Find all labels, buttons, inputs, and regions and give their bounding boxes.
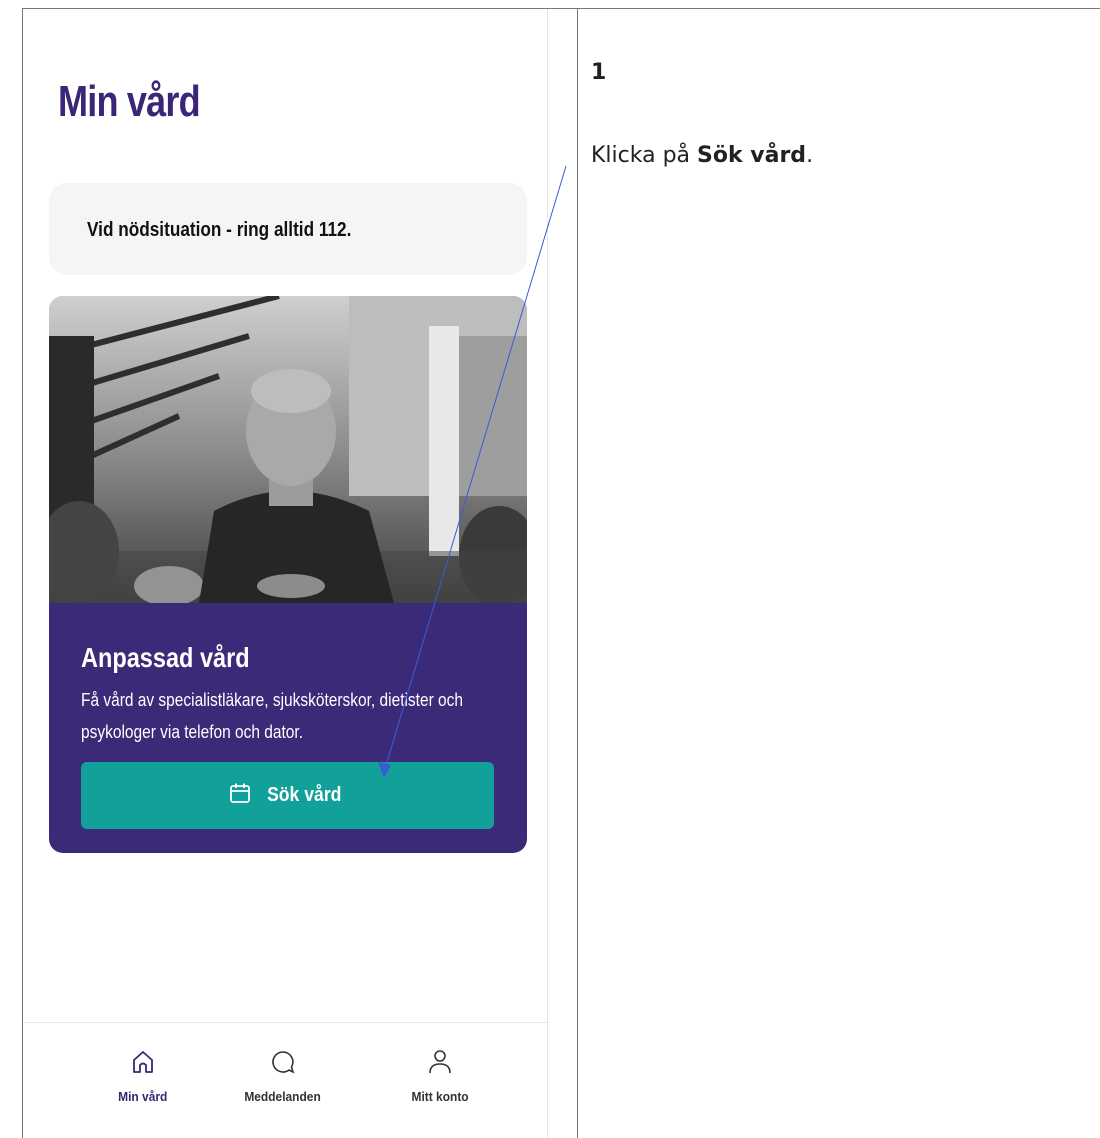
care-card-title: Anpassad vård [81, 642, 250, 673]
emergency-notice-card: Vid nödsituation - ring alltid 112. [49, 183, 527, 275]
chat-bubble-icon [213, 1049, 353, 1080]
search-care-button-label: Sök vård [267, 784, 342, 806]
bottom-nav-divider [23, 1022, 547, 1023]
step-instruction: Klicka på Sök vård. [591, 143, 813, 168]
step-text-suffix: . [806, 143, 814, 168]
doctor-photo [49, 296, 527, 603]
page-title: Min vård [58, 77, 201, 126]
emergency-notice-text: Vid nödsituation - ring alltid 112. [87, 219, 352, 241]
phone-right-edge [547, 9, 548, 1138]
nav-item-mitt-konto[interactable]: Mitt konto [370, 1049, 510, 1106]
home-icon [73, 1049, 213, 1080]
care-card: Anpassad vård Få vård av specialistläkar… [49, 296, 527, 853]
nav-label-meddelanden: Meddelanden [244, 1089, 322, 1104]
nav-item-meddelanden[interactable]: Meddelanden [213, 1049, 353, 1106]
nav-label-mitt-konto: Mitt konto [411, 1089, 469, 1104]
nav-label-min-vard: Min vård [118, 1089, 168, 1104]
care-card-description: Få vård av specialistläkare, sjuksköters… [81, 690, 464, 742]
person-icon [370, 1049, 510, 1080]
step-text-bold: Sök vård [697, 143, 807, 168]
step-text-prefix: Klicka på [591, 143, 698, 168]
calendar-icon [228, 781, 252, 810]
search-care-button[interactable]: Sök vård [81, 762, 494, 829]
phone-screenshot: Min vård Vid nödsituation - ring alltid … [23, 9, 547, 1138]
table-column-divider [577, 8, 578, 1138]
nav-item-min-vard[interactable]: Min vård [73, 1049, 213, 1106]
step-number: 1 [591, 60, 607, 85]
